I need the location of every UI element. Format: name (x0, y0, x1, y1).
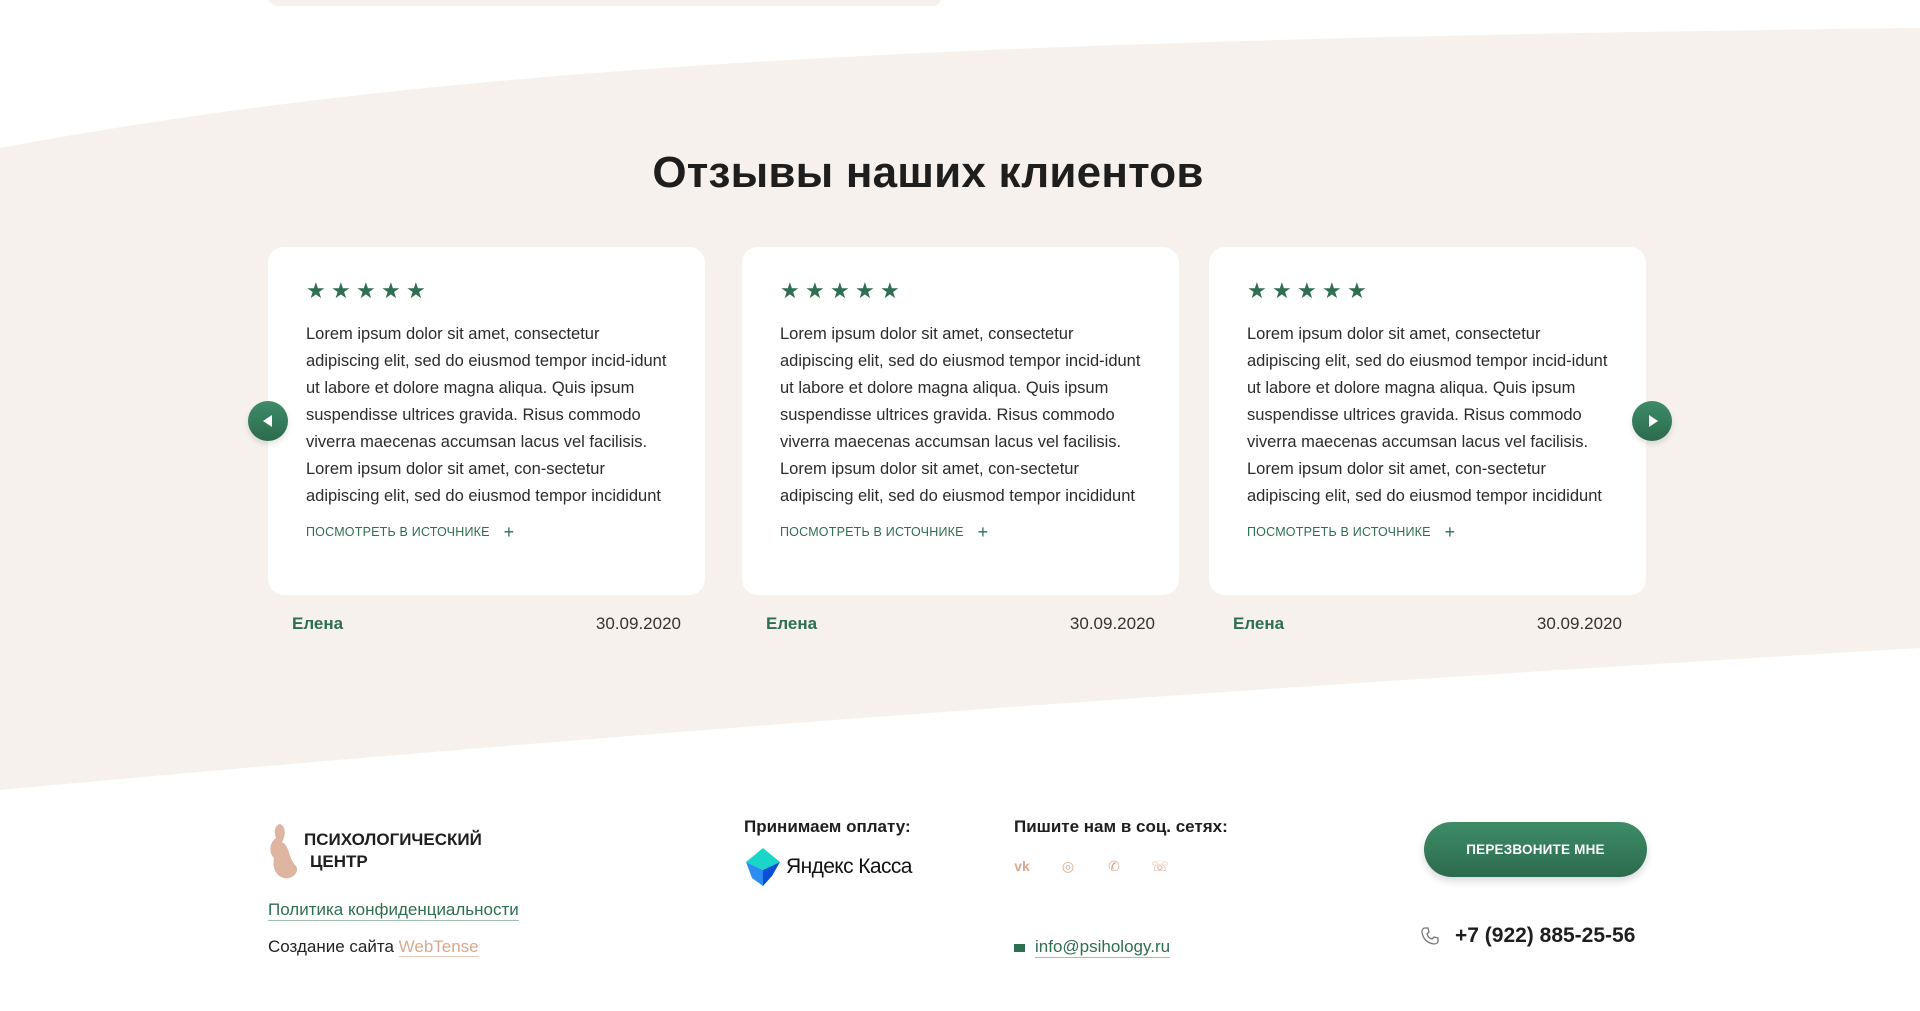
review-text: Lorem ipsum dolor sit amet, consectetur … (780, 325, 1141, 505)
star-icon: ★ (1297, 279, 1317, 304)
rating-stars: ★ ★ ★ ★ ★ (780, 281, 1141, 303)
view-source-label: посмотреть в источнике (1247, 525, 1431, 539)
credits-prefix: Создание сайта (268, 937, 399, 956)
review-meta: Елена 30.09.2020 (742, 614, 1179, 634)
site-credits: Создание сайта WebTense (268, 937, 479, 957)
plus-icon: + (503, 522, 515, 542)
review-date: 30.09.2020 (1536, 614, 1622, 633)
review-card: ★ ★ ★ ★ ★ Lorem ipsum dolor sit amet, co… (268, 247, 705, 595)
star-icon: ★ (306, 279, 326, 304)
review-author: Елена (1233, 614, 1285, 633)
review-text: Lorem ipsum dolor sit amet, consectetur … (306, 325, 667, 505)
view-source-link[interactable]: посмотреть в источнике + (1247, 522, 1608, 542)
payment-provider-name: Яндекс Касса (786, 855, 912, 878)
view-source-label: посмотреть в источнике (306, 525, 490, 539)
vk-icon[interactable]: vk (1012, 856, 1032, 876)
rating-stars: ★ ★ ★ ★ ★ (1247, 281, 1608, 303)
phone-contact: +7 (922) 885-25-56 (1421, 924, 1635, 948)
star-icon: ★ (406, 279, 426, 304)
review-card: ★ ★ ★ ★ ★ Lorem ipsum dolor sit amet, co… (1209, 247, 1646, 595)
star-icon: ★ (331, 279, 351, 304)
star-icon: ★ (1272, 279, 1292, 304)
logo-line-1: Психологический (304, 830, 482, 849)
phone-link[interactable]: +7 (922) 885-25-56 (1455, 924, 1635, 948)
logo-figure-icon (270, 824, 298, 879)
payment-label: Принимаем оплату: (744, 817, 911, 836)
view-source-link[interactable]: посмотреть в источнике + (306, 522, 667, 542)
review-date: 30.09.2020 (1069, 614, 1155, 633)
plus-icon: + (977, 522, 989, 542)
previous-section-edge (268, 0, 942, 6)
callback-button[interactable]: Перезвоните мне (1424, 822, 1647, 877)
review-author: Елена (292, 614, 344, 633)
chevron-left-icon (262, 415, 272, 427)
whatsapp-icon[interactable]: ✆ (1104, 856, 1124, 876)
section-title: Отзывы наших клиентов (652, 148, 1204, 197)
review-meta: Елена 30.09.2020 (1209, 614, 1646, 634)
review-card: ★ ★ ★ ★ ★ Lorem ipsum dolor sit amet, co… (742, 247, 1179, 595)
plus-icon: + (1444, 522, 1456, 542)
star-icon: ★ (855, 279, 875, 304)
social-links: vk ◎ ✆ ☏ (1012, 856, 1170, 876)
star-icon: ★ (780, 279, 800, 304)
email-link[interactable]: info@psihology.ru (1035, 937, 1171, 958)
star-icon: ★ (381, 279, 401, 304)
review-meta: Елена 30.09.2020 (268, 614, 705, 634)
yandex-kassa-logo: Яндекс Касса (746, 848, 912, 886)
slider-next-button[interactable] (1632, 401, 1672, 441)
star-icon: ★ (356, 279, 376, 304)
logo-line-2: центр (310, 852, 368, 871)
review-author: Елена (766, 614, 818, 633)
privacy-policy-link[interactable]: Политика конфиденциальности (268, 900, 519, 921)
instagram-icon[interactable]: ◎ (1058, 856, 1078, 876)
yandex-kassa-icon (746, 848, 780, 886)
rating-stars: ★ ★ ★ ★ ★ (306, 281, 667, 303)
review-text: Lorem ipsum dolor sit amet, consectetur … (1247, 325, 1608, 505)
webtense-link[interactable]: WebTense (398, 937, 479, 957)
logo-text: Психологический центр (304, 829, 482, 873)
review-date: 30.09.2020 (595, 614, 681, 633)
slider-prev-button[interactable] (248, 401, 288, 441)
chevron-right-icon (1648, 415, 1658, 427)
social-label: Пишите нам в соц. сетях: (1014, 817, 1228, 836)
email-contact: info@psihology.ru (1014, 937, 1171, 958)
view-source-label: посмотреть в источнике (780, 525, 964, 539)
page: Отзывы наших клиентов ★ ★ ★ ★ ★ Lorem ip… (0, 0, 1920, 1011)
footer-logo[interactable]: Психологический центр (266, 822, 482, 880)
star-icon: ★ (805, 279, 825, 304)
star-icon: ★ (830, 279, 850, 304)
viber-icon[interactable]: ☏ (1150, 856, 1170, 876)
star-icon: ★ (1347, 279, 1367, 304)
star-icon: ★ (880, 279, 900, 304)
phone-icon (1421, 927, 1439, 945)
view-source-link[interactable]: посмотреть в источнике + (780, 522, 1141, 542)
envelope-icon (1014, 943, 1025, 952)
star-icon: ★ (1247, 279, 1267, 304)
star-icon: ★ (1322, 279, 1342, 304)
